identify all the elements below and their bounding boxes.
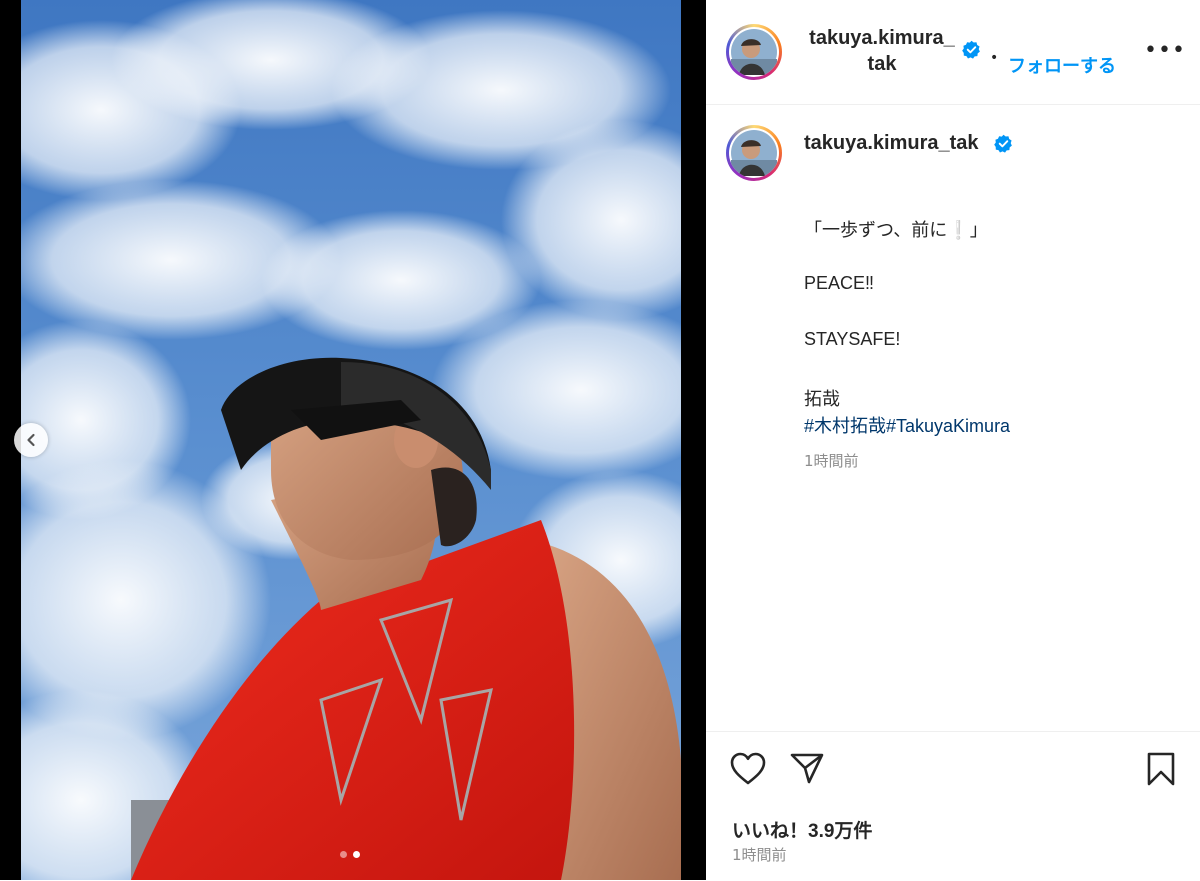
caption-line: 拓哉 [804, 389, 840, 409]
post-photo[interactable] [21, 0, 681, 880]
post-image [21, 0, 681, 880]
right-border [681, 0, 706, 880]
likes-count[interactable]: いいね！3.9万件 [732, 816, 872, 843]
heart-icon[interactable] [730, 752, 766, 786]
caption-avatar[interactable] [726, 125, 782, 181]
post-timestamp[interactable]: 1時間前 [732, 844, 787, 865]
caption-username[interactable]: takuya.kimura_tak [804, 132, 979, 155]
carousel-prev-button[interactable] [14, 423, 48, 457]
carousel-dot-active [353, 851, 360, 858]
caption-timestamp[interactable]: 1時間前 [804, 450, 859, 471]
action-bar: いいね！3.9万件 1時間前 [706, 731, 1200, 881]
caption-hashtags[interactable]: #木村拓哉#TakuyaKimura [804, 412, 1010, 438]
verified-icon [994, 134, 1012, 153]
avatar[interactable] [726, 24, 782, 80]
header-username-line2: tak [867, 53, 897, 75]
header-username[interactable]: takuya.kimura_ tak [802, 25, 962, 77]
post-header: takuya.kimura_ tak • フォローする ••• [706, 0, 1200, 105]
caption-line: STAYSAFE! [804, 329, 901, 349]
avatar-image [731, 130, 777, 176]
separator-dot: • [990, 50, 999, 66]
verified-icon [962, 40, 980, 59]
chevron-left-icon [27, 433, 35, 447]
bookmark-icon[interactable] [1146, 752, 1176, 786]
avatar-image [731, 29, 777, 75]
follow-button[interactable]: フォローする [1008, 52, 1116, 78]
caption-line: PEACE‼ [804, 273, 875, 293]
post-panel: takuya.kimura_ tak • フォローする ••• takuya.k… [706, 0, 1200, 880]
caption-line: 「一歩ずつ、前に❕」 [804, 220, 988, 240]
header-username-line1: takuya.kimura_ [809, 27, 955, 49]
share-icon[interactable] [790, 752, 824, 784]
carousel-dot [340, 851, 347, 858]
more-options-icon[interactable]: ••• [1144, 38, 1186, 63]
carousel-indicator [340, 851, 360, 858]
